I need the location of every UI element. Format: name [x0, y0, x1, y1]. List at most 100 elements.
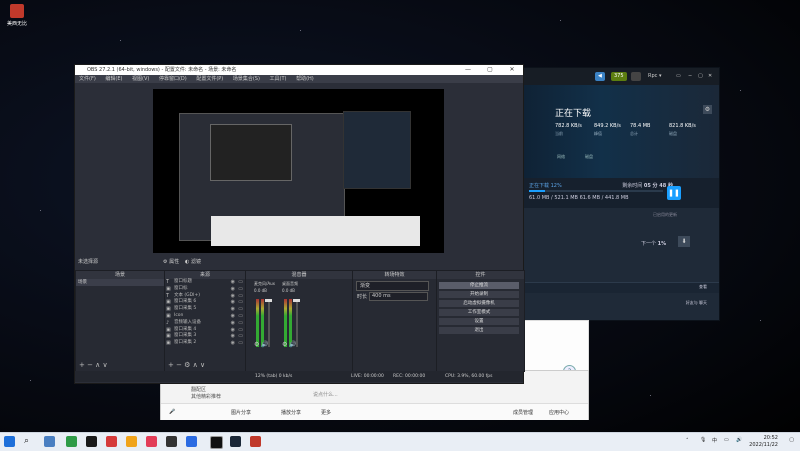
volume-meter: [261, 299, 264, 347]
scene-item[interactable]: 场景: [76, 279, 164, 286]
user-menu[interactable]: Rpc ▾: [645, 72, 665, 81]
edge-icon[interactable]: [66, 436, 77, 447]
app-icon[interactable]: [250, 436, 261, 447]
friends-chat-button[interactable]: 好友与 聊天: [686, 300, 707, 306]
network-icon[interactable]: ▭: [724, 437, 729, 443]
scene-controls[interactable]: + − ∧ ∨: [79, 361, 108, 369]
progress-bar: [529, 190, 663, 192]
qq-icon[interactable]: [86, 436, 97, 447]
progress-fill: [529, 190, 546, 192]
minimize-icon[interactable]: −: [685, 72, 695, 81]
download-icon[interactable]: ⬇: [678, 236, 690, 247]
disk-toggle[interactable]: 磁盘: [585, 154, 593, 160]
steam-topbar: ◀ 375 Rpc ▾ ▭ − ▢ ✕: [523, 68, 719, 85]
capcut-icon[interactable]: [166, 436, 177, 447]
menu-docks[interactable]: 停靠窗口(D): [159, 76, 187, 82]
stop-streaming-button[interactable]: 停止推流: [439, 282, 519, 289]
steam-icon[interactable]: [230, 436, 241, 447]
broadcast-icon[interactable]: ◀: [595, 72, 605, 81]
transition-select[interactable]: 渐变: [356, 281, 429, 291]
close-icon[interactable]: ✕: [705, 72, 715, 81]
scenes-dock: 场景 场景 + − ∧ ∨: [75, 270, 165, 372]
avatar[interactable]: [631, 72, 641, 81]
mic-icon[interactable]: 🎙: [700, 437, 706, 443]
start-icon[interactable]: [4, 436, 15, 447]
properties-button[interactable]: ⚙ 属性: [163, 257, 179, 267]
source-controls[interactable]: + − ⚙ ∧ ∨: [168, 361, 205, 369]
settings-button[interactable]: 设置: [439, 318, 519, 325]
notification-icon[interactable]: ▢: [789, 437, 794, 443]
settings-gear-icon[interactable]: ⚙: [703, 105, 712, 114]
sources-dock-title: 来源: [165, 271, 245, 279]
menu-profile[interactable]: 配置文件(P): [196, 76, 223, 82]
app-icon[interactable]: [106, 436, 117, 447]
source-item[interactable]: ▣ 窗口采集 5 ◉ ▭: [165, 306, 245, 313]
start-recording-button[interactable]: 开始录制: [439, 291, 519, 298]
downloads-title: 正在下载: [555, 109, 592, 119]
member-manage-button[interactable]: 成员管理: [513, 409, 533, 416]
source-toolbar: 未选择源 ⚙ 属性 ◐ 滤镜: [75, 257, 523, 267]
source-item[interactable]: ▣ Icon ◉ ▭: [165, 313, 245, 320]
menu-tools[interactable]: 工具(T): [270, 76, 287, 82]
more-button[interactable]: 更多: [321, 409, 331, 416]
mic-icon[interactable]: 🎤: [169, 409, 175, 415]
cpu-fps: CPU: 3.9%, 60.00 fps: [445, 374, 493, 379]
controls-dock: 控件 停止推流 开始录制 启动虚拟摄像机 工作室模式 设置 退出: [436, 270, 525, 372]
maximize-icon[interactable]: ▢: [479, 65, 501, 75]
duration-label: 时长: [357, 294, 368, 300]
channel-controls[interactable]: ⚙ 🔊: [282, 341, 297, 348]
menu-edit[interactable]: 编辑(E): [105, 76, 122, 82]
studio-mode-button[interactable]: 工作室模式: [439, 309, 519, 316]
menu-file[interactable]: 文件(F): [79, 76, 96, 82]
menu-view[interactable]: 视图(V): [132, 76, 149, 82]
scenes-dock-title: 场景: [76, 271, 164, 279]
filters-button[interactable]: ◐ 滤镜: [185, 257, 201, 267]
volume-slider[interactable]: [293, 299, 300, 347]
app-center-button[interactable]: 应用中心: [549, 409, 569, 416]
app-icon: [10, 4, 24, 18]
pause-button[interactable]: ❚❚: [667, 186, 681, 200]
volume-slider[interactable]: [265, 299, 272, 347]
image-share-button[interactable]: 图片分享: [231, 409, 251, 416]
task-view-icon[interactable]: [44, 436, 55, 447]
search-icon[interactable]: ⌕: [24, 436, 35, 447]
clock[interactable]: 20:52 2022/11/22: [749, 435, 778, 449]
menu-help[interactable]: 帮助(H): [296, 76, 314, 82]
close-icon[interactable]: ✕: [501, 65, 523, 75]
source-item[interactable]: ♪ 音频输入设备 ◉ ▭: [165, 320, 245, 327]
duration-input[interactable]: 400 ms: [369, 292, 428, 301]
preview-canvas[interactable]: [153, 89, 444, 253]
status-bar: LIVE: 00:00:00 REC: 00:00:00 CPU: 3.9%, …: [75, 371, 523, 382]
network-toggle[interactable]: 网络: [557, 154, 565, 160]
screen-icon[interactable]: ▭: [673, 72, 684, 81]
source-item[interactable]: ▣ 窗口采集 2 ◉ ▭: [165, 340, 245, 347]
mixer-dock-title: 混音器: [246, 271, 352, 279]
chat-input[interactable]: 说点什么...: [313, 391, 399, 399]
obs-icon[interactable]: [210, 436, 223, 449]
lang-indicator[interactable]: 中: [712, 437, 717, 444]
minimize-icon[interactable]: —: [457, 65, 479, 75]
source-item[interactable]: T 窗口标题 ◉ ▭: [165, 279, 245, 286]
channel-controls[interactable]: ⚙ 🔊: [254, 341, 269, 348]
bilibili-icon[interactable]: [146, 436, 157, 447]
chevron-up-icon[interactable]: ˄: [686, 438, 689, 444]
play-share-button[interactable]: 播放分享: [281, 409, 301, 416]
menu-scene-collection[interactable]: 场景集合(S): [233, 76, 260, 82]
volume-icon[interactable]: 🔊: [736, 437, 742, 443]
mixer-channel-desktop: 桌面音频 0.0 dB ⚙ 🔊: [282, 281, 300, 348]
exit-button[interactable]: 退出: [439, 327, 519, 334]
steam-footer: 查看: [523, 282, 719, 293]
app-icon[interactable]: [186, 436, 197, 447]
view-link[interactable]: 查看: [699, 284, 707, 290]
steam-window: ◀ 375 Rpc ▾ ▭ − ▢ ✕ 正在下载 ⚙ 782.8 KB/s 当前 …: [522, 67, 720, 321]
desktop-shortcut[interactable]: 美西无比: [6, 4, 28, 27]
folder-icon[interactable]: [126, 436, 137, 447]
chat-toolbar: 🎤 图片分享 播放分享 更多 成员管理 应用中心: [161, 403, 588, 420]
stream-time: LIVE: 00:00:00: [351, 374, 384, 379]
remaining-time: 剩余时间 05 分 48 秒: [622, 183, 673, 189]
source-item[interactable]: ▣ 窗口标 ◉ ▭: [165, 286, 245, 293]
points-badge[interactable]: 375: [611, 72, 627, 81]
no-source-label: 未选择源: [78, 259, 99, 265]
nested-steam: [343, 111, 411, 189]
virtual-camera-button[interactable]: 启动虚拟摄像机: [439, 300, 519, 307]
